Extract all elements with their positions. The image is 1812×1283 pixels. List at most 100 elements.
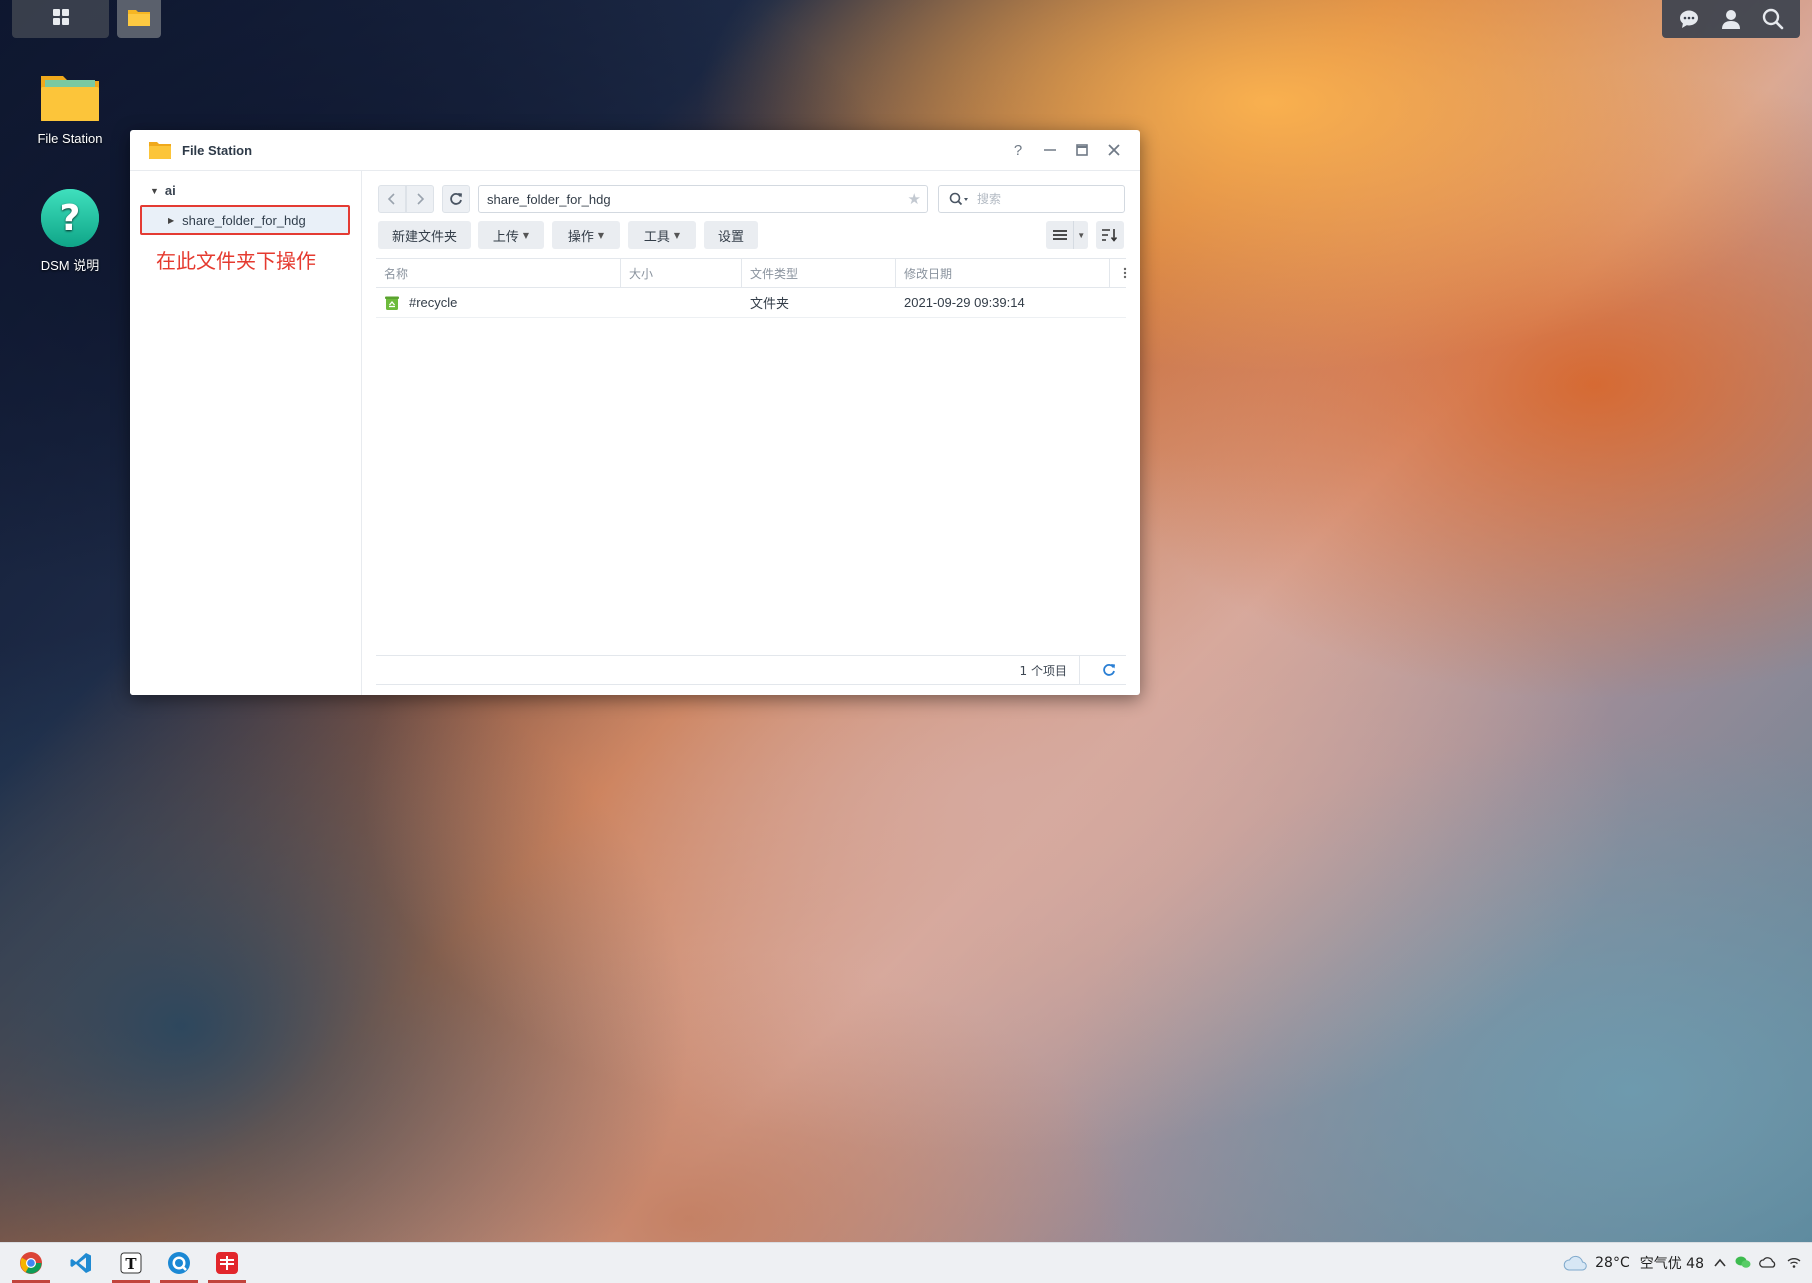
column-header-modified[interactable]: 修改日期 bbox=[896, 259, 1110, 287]
column-header-type[interactable]: 文件类型 bbox=[742, 259, 896, 287]
wifi-icon[interactable] bbox=[1786, 1255, 1802, 1272]
folder-icon bbox=[149, 142, 171, 159]
caret-down-icon: ▼ bbox=[522, 230, 530, 240]
grid-icon bbox=[51, 7, 71, 32]
action-button[interactable]: 操作 ▼ bbox=[552, 221, 620, 249]
window-controls: ? bbox=[1002, 130, 1130, 170]
annotation-text: 在此文件夹下操作 bbox=[156, 249, 316, 273]
window-title: File Station bbox=[182, 142, 253, 158]
file-type: 文件夹 bbox=[750, 297, 790, 312]
typora-icon: T bbox=[120, 1252, 142, 1274]
upload-button[interactable]: 上传 ▼ bbox=[478, 221, 544, 249]
item-count: 1 个项目 bbox=[1020, 656, 1080, 684]
close-button[interactable] bbox=[1098, 134, 1130, 166]
svg-text:T: T bbox=[125, 1255, 137, 1273]
onedrive-icon[interactable] bbox=[1759, 1256, 1777, 1271]
recycle-bin-icon bbox=[385, 296, 399, 310]
top-right-tray bbox=[1662, 0, 1800, 38]
taskbar-qq-browser[interactable] bbox=[156, 1243, 202, 1283]
status-bar: 1 个项目 bbox=[376, 655, 1126, 685]
cloud-icon bbox=[1563, 1255, 1587, 1271]
file-size bbox=[621, 288, 742, 317]
chat-icon[interactable] bbox=[1678, 8, 1700, 30]
taskbar-chrome[interactable] bbox=[8, 1243, 54, 1283]
close-icon bbox=[1108, 144, 1120, 156]
maximize-icon bbox=[1076, 144, 1088, 156]
sort-button[interactable] bbox=[1096, 221, 1124, 249]
caret-right-icon[interactable]: ▶ bbox=[168, 216, 174, 225]
file-name-cell: #recycle bbox=[376, 288, 621, 317]
column-menu-icon[interactable] bbox=[1110, 259, 1140, 287]
air-quality: 空气优 48 bbox=[1639, 1256, 1704, 1272]
caret-down-icon[interactable]: ▼ bbox=[150, 186, 159, 196]
tree-root-ai[interactable]: ▼ ai bbox=[150, 183, 176, 198]
folder-icon bbox=[127, 6, 151, 33]
file-name: #recycle bbox=[409, 295, 458, 310]
youdao-icon bbox=[216, 1252, 238, 1274]
help-button[interactable]: ? bbox=[1002, 134, 1034, 166]
tree-item-share-folder[interactable]: ▶ share_folder_for_hdg bbox=[140, 205, 350, 235]
star-icon[interactable]: ★ bbox=[908, 190, 921, 208]
window-titlebar[interactable]: File Station ? bbox=[130, 130, 1140, 171]
folder-tree: ▼ ai ▶ share_folder_for_hdg 在此文件夹下操作 bbox=[130, 171, 362, 695]
taskbar-youdao[interactable] bbox=[204, 1243, 250, 1283]
temperature: 28°C bbox=[1595, 1255, 1630, 1271]
desktop-icon-dsm-help[interactable]: ? DSM 说明 bbox=[20, 188, 120, 274]
forward-button[interactable] bbox=[406, 185, 434, 213]
file-list-panel: share_folder_for_hdg ★ 新建文件夹 上传▼ 操作▼ bbox=[362, 171, 1140, 695]
file-station-taskbar-button[interactable] bbox=[117, 0, 161, 38]
taskbar-vscode[interactable] bbox=[58, 1243, 104, 1283]
settings-button[interactable]: 设置 bbox=[704, 221, 758, 249]
user-icon[interactable] bbox=[1720, 8, 1742, 30]
minimize-button[interactable] bbox=[1034, 134, 1066, 166]
folder-icon bbox=[20, 70, 120, 127]
desktop-icon-label: File Station bbox=[37, 131, 103, 146]
file-station-window: File Station ? ▼ ai ▶ share_folder_for_h… bbox=[130, 130, 1140, 695]
refresh-icon[interactable] bbox=[1102, 656, 1116, 684]
upload-label: 上传 bbox=[492, 229, 519, 245]
path-text: share_folder_for_hdg bbox=[487, 191, 611, 207]
refresh-icon bbox=[450, 193, 462, 205]
chevron-left-icon bbox=[387, 193, 395, 205]
search-field[interactable] bbox=[938, 185, 1125, 213]
file-modified: 2021-09-29 09:39:14 bbox=[904, 295, 1025, 310]
maximize-button[interactable] bbox=[1066, 134, 1098, 166]
view-mode-button[interactable]: ▼ bbox=[1046, 221, 1088, 249]
taskbar: T 28°C 空气优 48 bbox=[0, 1242, 1812, 1283]
action-label: 操作 bbox=[567, 229, 594, 245]
search-icon[interactable] bbox=[1762, 8, 1784, 30]
path-field[interactable]: share_folder_for_hdg ★ bbox=[478, 185, 928, 213]
caret-down-icon: ▼ bbox=[597, 230, 605, 240]
refresh-button[interactable] bbox=[442, 185, 470, 213]
weather-widget[interactable]: 28°C 空气优 48 bbox=[1563, 1243, 1704, 1283]
wechat-icon[interactable] bbox=[1735, 1255, 1751, 1272]
desktop-icon-file-station[interactable]: File Station bbox=[20, 70, 120, 146]
main-menu-button[interactable] bbox=[12, 0, 109, 38]
tree-item-label: share_folder_for_hdg bbox=[182, 212, 306, 228]
system-tray bbox=[1710, 1243, 1806, 1283]
chrome-icon bbox=[20, 1252, 42, 1274]
qq-browser-icon bbox=[168, 1252, 190, 1274]
vscode-icon bbox=[70, 1253, 91, 1273]
new-folder-button[interactable]: 新建文件夹 bbox=[378, 221, 471, 249]
chevron-right-icon bbox=[417, 193, 425, 205]
minimize-icon bbox=[1044, 149, 1056, 151]
column-header-name[interactable]: 名称 bbox=[376, 259, 621, 287]
help-icon: ? bbox=[20, 188, 120, 251]
chevron-up-icon[interactable] bbox=[1714, 1256, 1726, 1271]
new-folder-label: 新建文件夹 bbox=[391, 229, 457, 245]
desktop: File Station ? DSM 说明 File Station ? ▼ a… bbox=[0, 0, 1812, 1283]
tools-button[interactable]: 工具 ▼ bbox=[628, 221, 696, 249]
navigation-bar: share_folder_for_hdg ★ bbox=[378, 185, 1125, 213]
taskbar-typora[interactable]: T bbox=[108, 1243, 154, 1283]
column-header-size[interactable]: 大小 bbox=[621, 259, 742, 287]
back-button[interactable] bbox=[378, 185, 406, 213]
caret-down-icon[interactable]: ▼ bbox=[1074, 231, 1088, 240]
sort-icon bbox=[1102, 229, 1118, 242]
toolbar: 新建文件夹 上传 ▼ 操作 ▼ 工具 ▼ 设置 ▼ bbox=[378, 221, 1124, 249]
table-row[interactable]: #recycle 文件夹 2021-09-29 09:39:14 bbox=[376, 288, 1126, 318]
list-view-icon[interactable] bbox=[1046, 221, 1075, 249]
tools-label: 工具 bbox=[643, 229, 670, 245]
tree-root-label: ai bbox=[164, 183, 176, 198]
search-input[interactable] bbox=[975, 191, 1099, 207]
